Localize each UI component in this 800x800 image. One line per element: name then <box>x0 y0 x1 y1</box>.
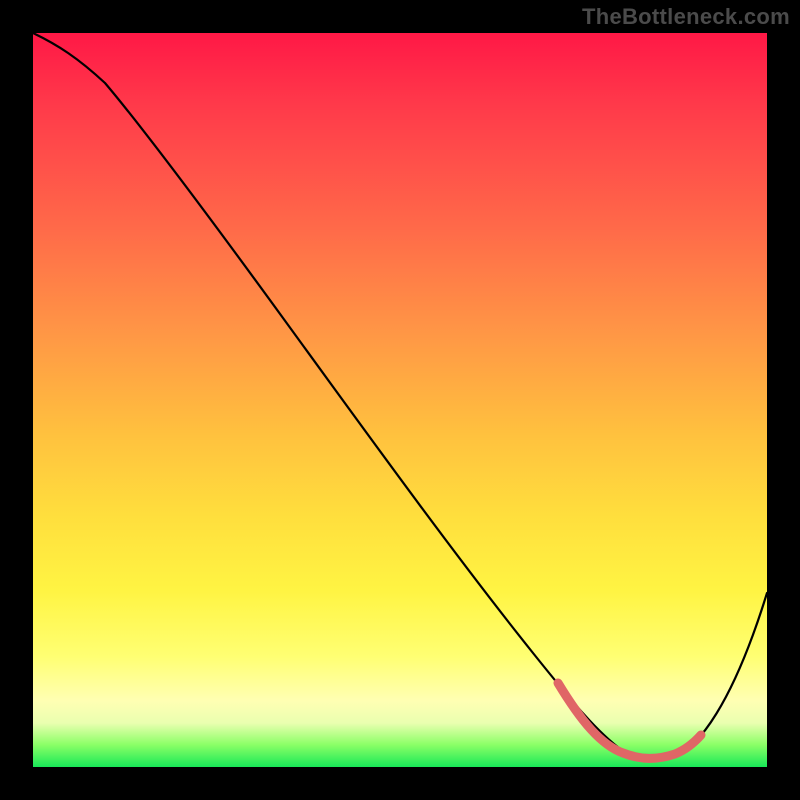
curve-svg <box>33 33 767 767</box>
highlight-segment <box>558 683 701 758</box>
chart-frame: TheBottleneck.com <box>0 0 800 800</box>
bottleneck-curve <box>33 33 767 759</box>
watermark-text: TheBottleneck.com <box>582 4 790 30</box>
plot-area <box>33 33 767 767</box>
